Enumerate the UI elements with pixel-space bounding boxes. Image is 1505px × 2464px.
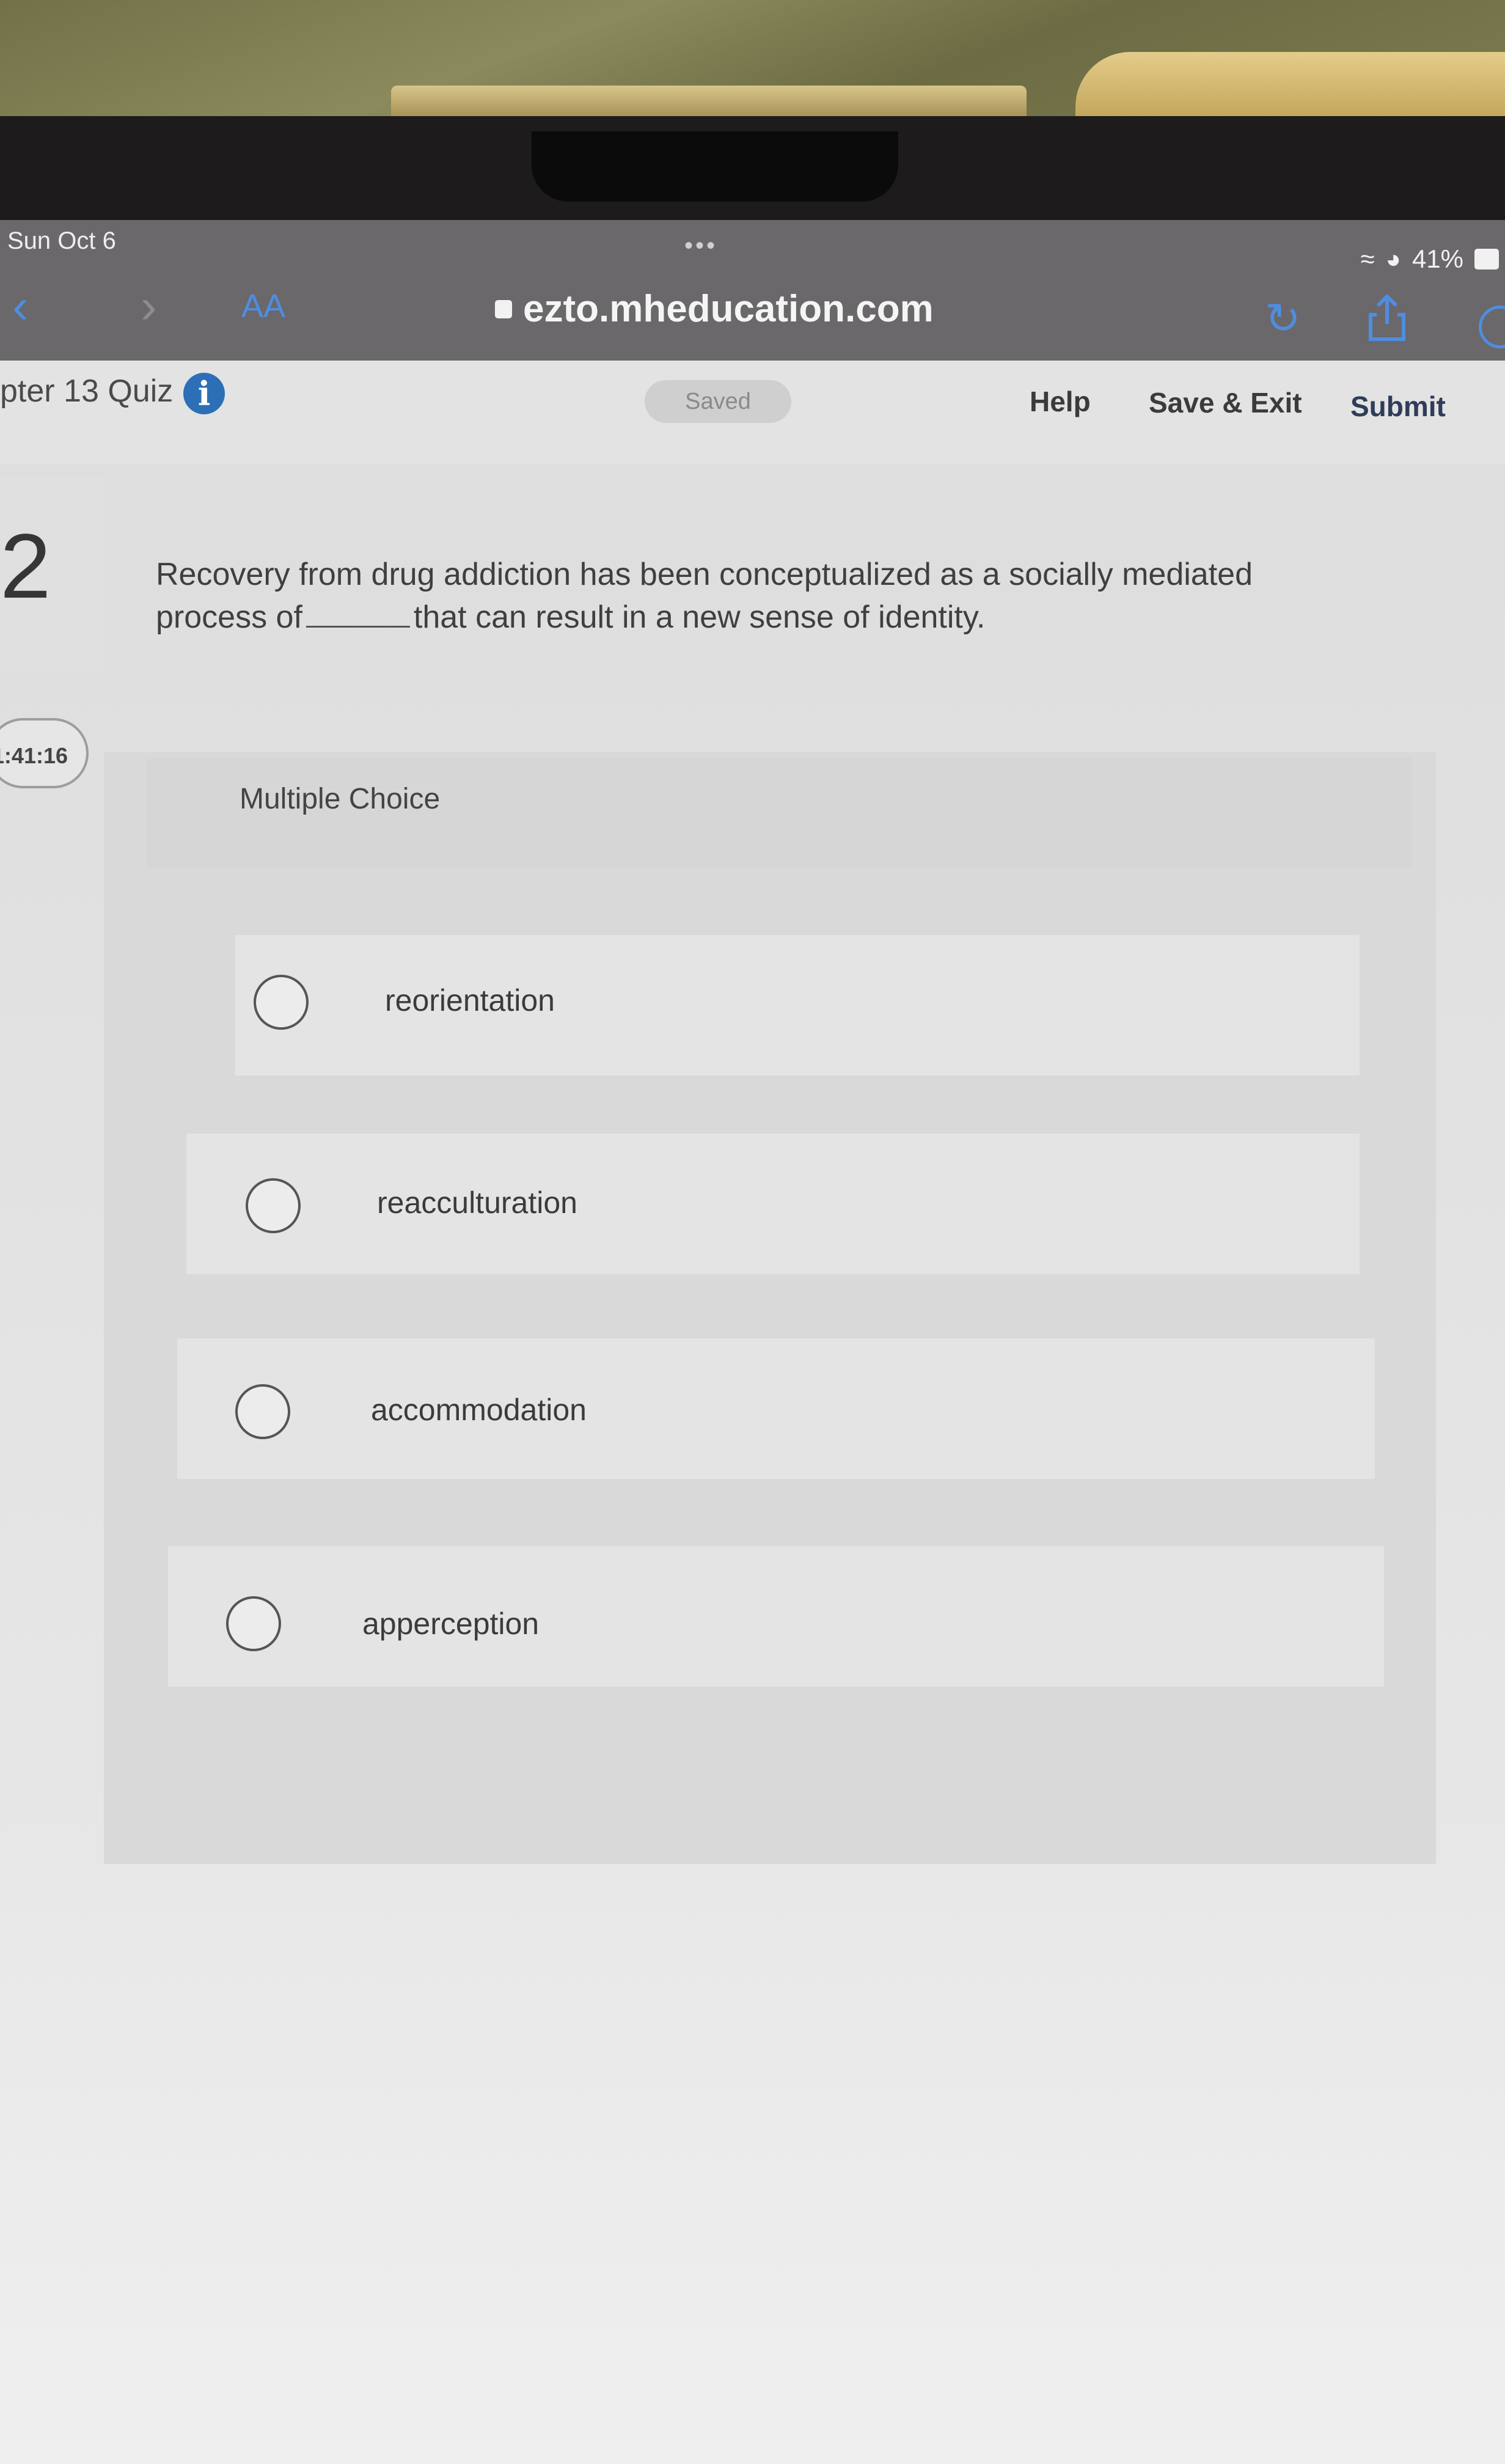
browser-toolbar: Sun Oct 6 ••• ≈ ◕ 41% ‹ › AA ezto.mheduc… bbox=[0, 220, 1505, 361]
saved-badge: Saved bbox=[645, 380, 791, 423]
answer-option-label: reorientation bbox=[385, 983, 555, 1018]
answer-option-label: accommodation bbox=[371, 1393, 587, 1427]
tabs-icon[interactable] bbox=[1479, 306, 1505, 348]
orientation-lock-icon: ◕ bbox=[1385, 244, 1401, 273]
answer-option-label: apperception bbox=[362, 1607, 540, 1641]
tablet-screen: Sun Oct 6 ••• ≈ ◕ 41% ‹ › AA ezto.mheduc… bbox=[0, 220, 1505, 2464]
empty-page-area bbox=[0, 1870, 1505, 2464]
fill-in-blank bbox=[306, 601, 410, 628]
answer-option-3[interactable]: accommodation bbox=[177, 1338, 1375, 1479]
forward-arrow-icon[interactable]: › bbox=[141, 278, 157, 334]
timer: 1:41:16 bbox=[0, 718, 89, 788]
text-size-button[interactable]: AA bbox=[241, 287, 285, 325]
quiz-header: pter 13 Quiz i Saved Help Save & Exit Su… bbox=[0, 361, 1505, 464]
camera-notch bbox=[532, 131, 898, 202]
more-dots-icon[interactable]: ••• bbox=[684, 232, 717, 260]
answer-panel bbox=[104, 752, 1436, 1864]
help-link[interactable]: Help bbox=[1030, 385, 1091, 418]
info-icon[interactable]: i bbox=[183, 373, 225, 414]
radio-button[interactable] bbox=[226, 1596, 281, 1651]
radio-button[interactable] bbox=[235, 1384, 290, 1439]
question-number: 2 bbox=[0, 515, 51, 617]
lock-icon bbox=[495, 299, 512, 318]
reload-icon[interactable]: ↻ bbox=[1265, 293, 1301, 343]
radio-button[interactable] bbox=[254, 975, 309, 1030]
url-text: ezto.mheducation.com bbox=[523, 288, 934, 330]
wifi-icon: ≈ bbox=[1360, 244, 1375, 273]
answer-option-4[interactable]: apperception bbox=[168, 1546, 1384, 1687]
quiz-title: pter 13 Quiz bbox=[0, 373, 174, 409]
question-text: Recovery from drug addiction has been co… bbox=[156, 553, 1360, 639]
battery-icon bbox=[1474, 249, 1499, 270]
answer-option-1[interactable]: reorientation bbox=[235, 935, 1360, 1076]
submit-button[interactable]: Submit bbox=[1350, 390, 1446, 423]
status-indicators: ≈ ◕ 41% bbox=[1360, 244, 1499, 274]
answer-option-2[interactable]: reacculturation bbox=[186, 1134, 1360, 1274]
radio-button[interactable] bbox=[246, 1178, 301, 1233]
answer-option-label: reacculturation bbox=[377, 1186, 577, 1220]
question-type-label: Multiple Choice bbox=[240, 783, 441, 815]
share-icon[interactable] bbox=[1366, 293, 1408, 342]
battery-percent: 41% bbox=[1412, 244, 1463, 273]
save-and-exit-link[interactable]: Save & Exit bbox=[1149, 386, 1302, 419]
status-date: Sun Oct 6 bbox=[7, 227, 116, 254]
question-text-part-2: that can result in a new sense of identi… bbox=[413, 600, 986, 635]
address-bar[interactable]: ezto.mheducation.com bbox=[495, 287, 934, 331]
back-arrow-icon[interactable]: ‹ bbox=[12, 278, 29, 334]
